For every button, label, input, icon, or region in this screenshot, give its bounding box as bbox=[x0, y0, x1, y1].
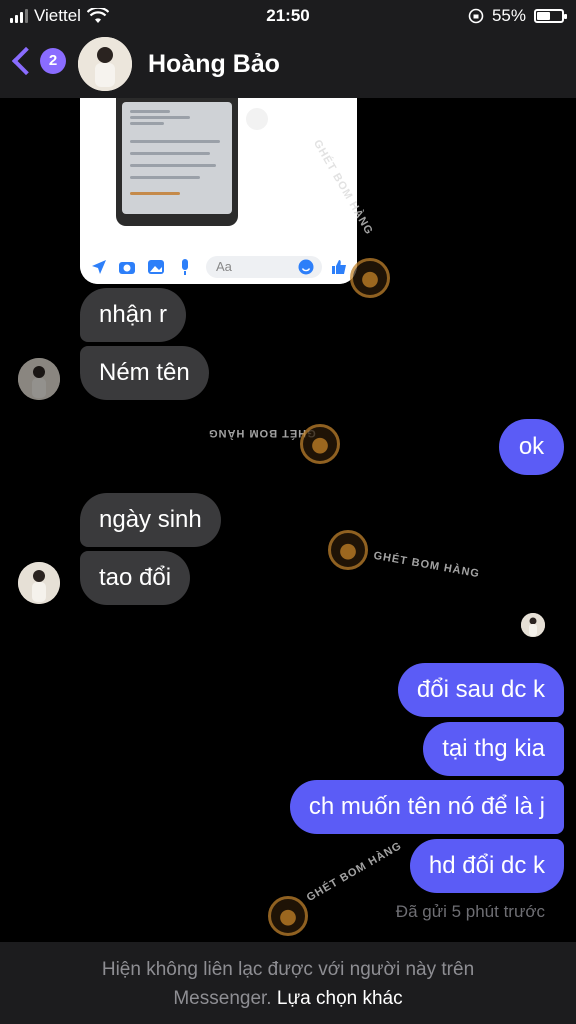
watermark: GHÉT BOM HÀNG bbox=[303, 836, 405, 905]
unread-badge: 2 bbox=[40, 48, 66, 74]
microphone-icon bbox=[182, 259, 188, 275]
screenshot-preview bbox=[116, 98, 238, 226]
avatar-photo bbox=[78, 37, 132, 91]
chat-header: 2 Hoàng Bảo bbox=[0, 32, 576, 98]
watermark-logo bbox=[350, 258, 390, 298]
camera-icon bbox=[119, 262, 135, 274]
like-icon bbox=[332, 260, 346, 274]
message-outgoing[interactable]: đổi sau dc k bbox=[397, 663, 564, 717]
message-outgoing[interactable]: ch muốn tên nó để là j bbox=[289, 780, 564, 834]
contact-name[interactable]: Hoàng Bảo bbox=[148, 50, 280, 79]
message-outgoing[interactable]: tại thg kia bbox=[423, 722, 564, 776]
shared-image[interactable]: Aa bbox=[80, 98, 357, 284]
watermark-logo bbox=[328, 530, 368, 570]
rotation-lock-icon bbox=[468, 8, 484, 24]
contact-avatar-small bbox=[18, 358, 60, 400]
document-photo bbox=[122, 102, 232, 214]
screenshot-composer-bar: Aa bbox=[80, 250, 357, 284]
message-incoming[interactable]: tao đổi bbox=[80, 551, 191, 605]
battery-level bbox=[537, 12, 551, 20]
chat-screen: Viettel 21:50 55% 2 Hoàng Bảo Aa nhận r … bbox=[0, 0, 576, 1024]
watermark-text: GHÉT BOM HÀNG bbox=[208, 427, 316, 439]
battery-percent: 55% bbox=[491, 6, 526, 25]
image-icon bbox=[148, 260, 164, 274]
watermark-logo bbox=[268, 896, 308, 936]
chevron-left-icon bbox=[11, 46, 41, 76]
contact-avatar[interactable] bbox=[78, 37, 132, 91]
message-incoming[interactable]: ngày sinh bbox=[80, 493, 221, 547]
notice-text: Hiện không liên lạc được với người này t… bbox=[101, 959, 475, 980]
notice-text-end: Messenger. bbox=[173, 988, 272, 1009]
emoji-icon bbox=[298, 259, 314, 275]
message-incoming[interactable]: nhận r bbox=[80, 288, 187, 342]
unavailable-notice: Hiện không liên lạc được với người này t… bbox=[0, 942, 576, 1024]
watermark-text: GHÉT BOM HÀNG bbox=[304, 839, 405, 904]
contact-avatar-small bbox=[18, 562, 60, 604]
back-button[interactable]: 2 bbox=[10, 46, 66, 76]
share-icon[interactable] bbox=[246, 108, 268, 130]
message-outgoing[interactable]: ok bbox=[499, 419, 564, 475]
battery-icon bbox=[534, 9, 567, 23]
message-outgoing[interactable]: hd đổi dc k bbox=[409, 839, 564, 893]
other-options-link[interactable]: Lựa chọn khác bbox=[277, 988, 403, 1009]
status-bar: Viettel 21:50 55% bbox=[0, 0, 576, 32]
seen-avatar bbox=[521, 613, 545, 637]
watermark: GHÉT BOM HÀNG bbox=[372, 546, 481, 582]
location-icon bbox=[92, 260, 106, 274]
notice-line-2: Messenger. Lựa chọn khác bbox=[0, 984, 576, 1013]
watermark-logo bbox=[300, 424, 340, 464]
message-incoming[interactable]: Ném tên bbox=[80, 346, 209, 400]
watermark-text: GHÉT BOM HÀNG bbox=[372, 549, 481, 581]
battery-info: 55% bbox=[468, 6, 567, 26]
